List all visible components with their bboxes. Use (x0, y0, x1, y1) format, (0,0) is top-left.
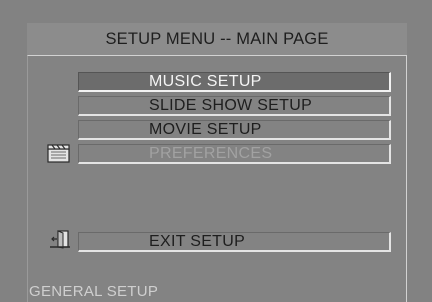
menu-item-movie-setup[interactable]: MOVIE SETUP (78, 120, 391, 140)
clapperboard-icon (47, 143, 71, 163)
menu-item-music-setup[interactable]: MUSIC SETUP (78, 72, 391, 92)
exit-setup-button[interactable]: EXIT SETUP (78, 232, 391, 252)
exit-door-icon (48, 229, 72, 249)
menu-item-slide-show-setup[interactable]: SLIDE SHOW SETUP (78, 96, 391, 116)
menu-item-preferences[interactable]: PREFERENCES (78, 144, 391, 164)
status-label: GENERAL SETUP (29, 283, 159, 300)
main-panel (27, 55, 407, 302)
page-title: SETUP MENU -- MAIN PAGE (27, 23, 407, 55)
